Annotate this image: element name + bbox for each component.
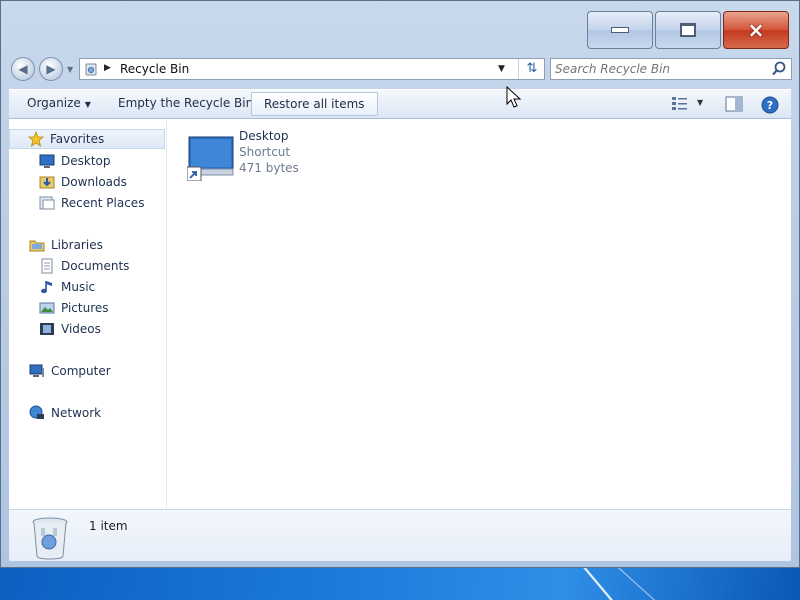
sidebar-item-documents[interactable]: Documents bbox=[39, 256, 129, 276]
chevron-down-icon[interactable]: ▼ bbox=[498, 64, 505, 74]
sidebar-item-label: Desktop bbox=[61, 154, 111, 168]
item-count: 1 item bbox=[89, 519, 128, 533]
sidebar-item-desktop[interactable]: Desktop bbox=[39, 151, 111, 171]
star-icon bbox=[28, 131, 44, 147]
navigation-pane: Favorites Desktop Downloads Recent Place… bbox=[9, 119, 167, 509]
sidebar-item-label: Pictures bbox=[61, 301, 109, 315]
documents-icon bbox=[41, 258, 53, 274]
sidebar-item-label: Videos bbox=[61, 322, 101, 336]
recycle-bin-small-icon bbox=[85, 63, 97, 76]
empty-recycle-bin-button[interactable]: Empty the Recycle Bin bbox=[118, 96, 253, 110]
organize-menu[interactable]: Organize ▼ bbox=[27, 96, 91, 110]
breadcrumb-separator-icon[interactable]: ▶ bbox=[104, 63, 111, 73]
network-icon bbox=[29, 405, 44, 419]
organize-label: Organize bbox=[27, 96, 81, 110]
close-icon: × bbox=[747, 18, 765, 42]
search-box[interactable] bbox=[550, 58, 792, 80]
sidebar-item-libraries[interactable]: Libraries bbox=[29, 235, 103, 255]
music-icon bbox=[41, 281, 52, 294]
sidebar-item-label: Favorites bbox=[50, 132, 105, 146]
caption-buttons: × bbox=[587, 11, 789, 49]
sidebar-item-recent-places[interactable]: Recent Places bbox=[39, 193, 144, 213]
pictures-icon bbox=[39, 302, 55, 314]
details-pane: 1 item bbox=[9, 509, 791, 561]
view-options-icon[interactable] bbox=[671, 96, 689, 112]
file-item[interactable]: Desktop Shortcut 471 bytes bbox=[187, 129, 387, 185]
recycle-bin-icon bbox=[32, 517, 68, 560]
maximize-button[interactable] bbox=[655, 11, 721, 49]
search-input[interactable] bbox=[555, 61, 765, 77]
file-list: Desktop Shortcut 471 bytes bbox=[167, 119, 791, 509]
search-icon[interactable] bbox=[771, 60, 787, 78]
restore-all-button[interactable]: Restore all items bbox=[251, 92, 378, 116]
sidebar-item-computer[interactable]: Computer bbox=[29, 361, 111, 381]
sidebar-item-label: Documents bbox=[61, 259, 130, 273]
sidebar-item-downloads[interactable]: Downloads bbox=[39, 172, 127, 192]
sidebar-item-network[interactable]: Network bbox=[29, 403, 101, 423]
back-arrow-icon: ◀ bbox=[18, 62, 28, 76]
refresh-icon[interactable]: ⇅ bbox=[522, 61, 542, 77]
sidebar-item-label: Computer bbox=[51, 364, 111, 378]
recent-pages-chevron-icon[interactable]: ▼ bbox=[67, 65, 73, 74]
back-button[interactable]: ◀ bbox=[11, 57, 35, 81]
svg-text:?: ? bbox=[767, 99, 773, 112]
chevron-down-icon: ▼ bbox=[84, 100, 91, 109]
sidebar-item-music[interactable]: Music bbox=[39, 277, 95, 297]
sidebar-item-label: Libraries bbox=[51, 238, 103, 252]
desktop-shortcut-icon bbox=[187, 136, 234, 181]
help-icon[interactable]: ? bbox=[761, 96, 779, 114]
videos-icon bbox=[40, 323, 54, 335]
libraries-icon bbox=[29, 240, 45, 252]
forward-button[interactable]: ▶ bbox=[39, 57, 63, 81]
command-bar: Organize ▼ Empty the Recycle Bin Restore … bbox=[9, 89, 791, 119]
file-name: Desktop bbox=[239, 129, 289, 143]
recent-places-icon bbox=[39, 196, 55, 210]
address-separator bbox=[518, 59, 519, 79]
sidebar-item-label: Network bbox=[51, 406, 102, 420]
file-type: Shortcut bbox=[239, 145, 291, 159]
sidebar-item-pictures[interactable]: Pictures bbox=[39, 298, 109, 318]
close-button[interactable]: × bbox=[723, 11, 789, 49]
explorer-window: × ◀ ▶ ▼ ▶ Recycle Bin ▼ ⇅ Organize▼ Empt… bbox=[0, 0, 800, 568]
preview-pane-icon[interactable] bbox=[725, 96, 743, 112]
minimize-button[interactable] bbox=[587, 11, 653, 49]
minimize-icon bbox=[611, 27, 629, 33]
desktop-background bbox=[0, 568, 800, 600]
forward-arrow-icon: ▶ bbox=[46, 62, 56, 76]
sidebar-item-favorites[interactable]: Favorites bbox=[9, 129, 165, 149]
file-size: 471 bytes bbox=[239, 161, 299, 175]
sidebar-item-label: Downloads bbox=[61, 175, 127, 189]
maximize-icon bbox=[680, 23, 696, 37]
sidebar-item-label: Recent Places bbox=[61, 196, 145, 210]
mouse-cursor-icon bbox=[506, 86, 522, 108]
computer-icon bbox=[29, 364, 44, 377]
downloads-icon bbox=[39, 176, 55, 189]
breadcrumb-recycle-bin[interactable]: Recycle Bin bbox=[120, 62, 189, 76]
address-bar[interactable]: ▶ Recycle Bin ▼ ⇅ bbox=[79, 58, 545, 80]
sidebar-item-videos[interactable]: Videos bbox=[39, 319, 101, 339]
sidebar-item-label: Music bbox=[61, 280, 96, 294]
view-chevron-down-icon[interactable]: ▼ bbox=[697, 98, 703, 107]
desktop-icon bbox=[39, 154, 55, 168]
